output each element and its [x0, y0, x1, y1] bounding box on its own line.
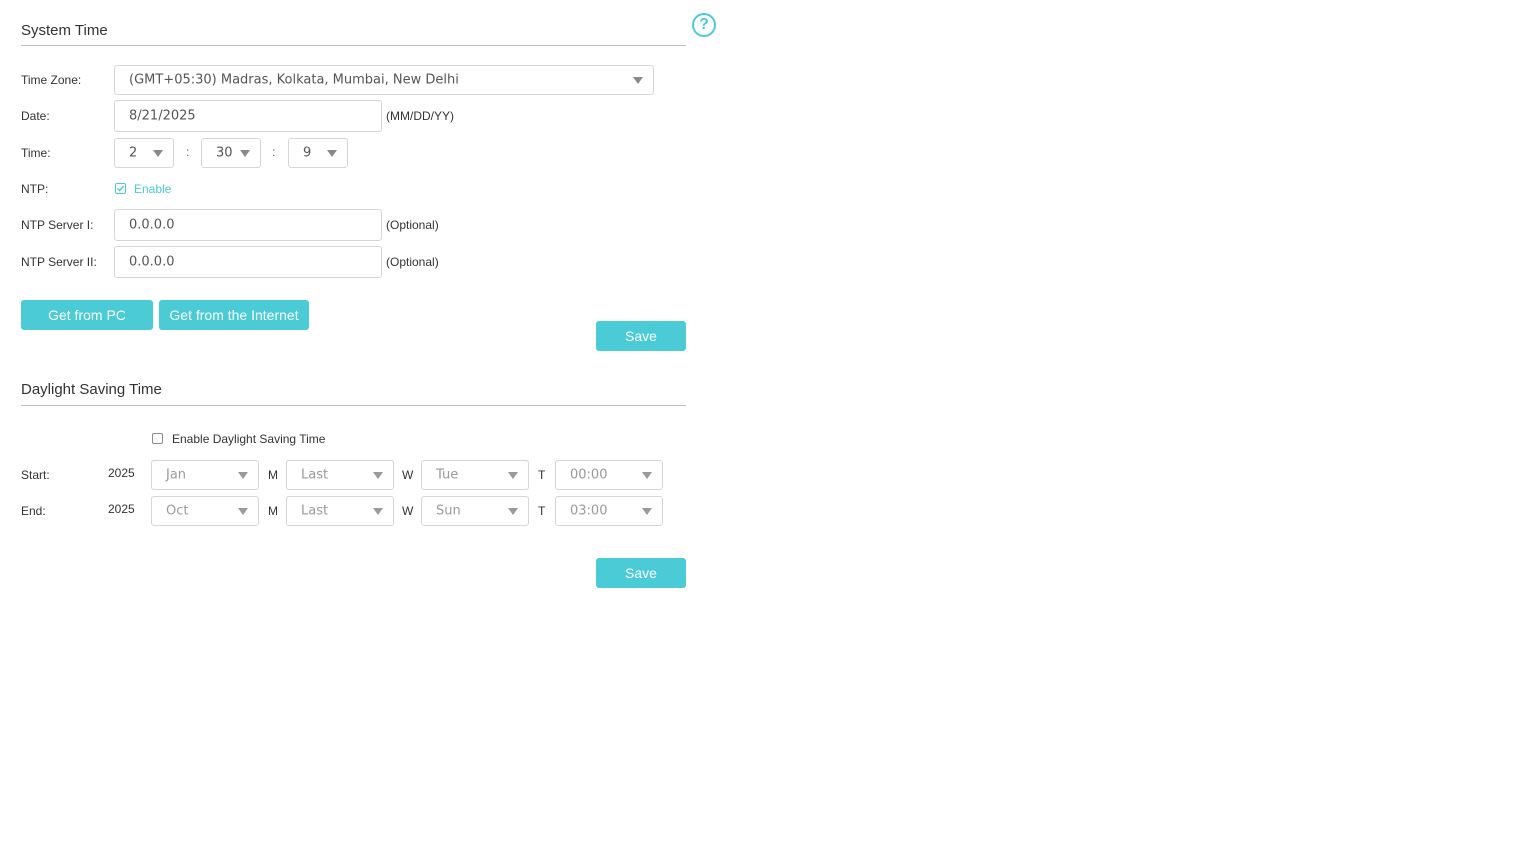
dst-start-year: 2025 [108, 466, 135, 480]
chevron-down-icon [327, 150, 337, 157]
ntp-enable-label[interactable]: Enable [134, 182, 171, 196]
dst-start-week-select[interactable]: Last [286, 460, 394, 490]
optional-hint: (Optional) [386, 218, 439, 232]
date-format-hint: (MM/DD/YY) [386, 109, 454, 123]
get-from-internet-button[interactable]: Get from the Internet [159, 300, 309, 330]
chevron-down-icon [238, 508, 248, 515]
chevron-down-icon [373, 472, 383, 479]
dst-start-day-select[interactable]: Tue [421, 460, 529, 490]
chevron-down-icon [642, 508, 652, 515]
minute-value: 30 [216, 145, 233, 161]
ntp-server-1-value: 0.0.0.0 [129, 217, 175, 233]
time-separator: : [272, 145, 276, 159]
time-zone-label: Time Zone: [21, 73, 82, 87]
chevron-down-icon [508, 508, 518, 515]
minute-select[interactable]: 30 [201, 138, 261, 168]
ntp-server-1-input[interactable]: 0.0.0.0 [114, 209, 382, 241]
dst-end-week-value: Last [301, 503, 329, 519]
date-label: Date: [21, 109, 50, 123]
chevron-down-icon [642, 472, 652, 479]
section-title-system-time: System Time [21, 22, 108, 39]
chevron-down-icon [373, 508, 383, 515]
time-zone-select[interactable]: (GMT+05:30) Madras, Kolkata, Mumbai, New… [114, 65, 654, 95]
dst-save-button[interactable]: Save [596, 558, 686, 588]
dst-start-month-value: Jan [166, 467, 187, 483]
dst-end-label: End: [21, 504, 46, 518]
dst-end-time-select[interactable]: 03:00 [555, 496, 663, 526]
hour-select[interactable]: 2 [114, 138, 174, 168]
dst-end-day-select[interactable]: Sun [421, 496, 529, 526]
section-divider [21, 405, 686, 406]
ntp-label: NTP: [21, 182, 49, 196]
time-label: Time: [21, 146, 51, 160]
chevron-down-icon [153, 150, 163, 157]
chevron-down-icon [508, 472, 518, 479]
ntp-server-2-value: 0.0.0.0 [129, 254, 175, 270]
time-unit-label: T [538, 468, 546, 482]
ntp-server-2-input[interactable]: 0.0.0.0 [114, 246, 382, 278]
question-circle-icon[interactable]: ? [692, 13, 716, 37]
hour-value: 2 [129, 145, 138, 161]
section-divider [21, 45, 686, 46]
date-input[interactable]: 8/21/2025 [114, 100, 382, 132]
month-unit-label: M [268, 468, 278, 482]
dst-start-time-value: 00:00 [570, 467, 608, 483]
ntp-server-2-label: NTP Server II: [21, 255, 97, 269]
ntp-enable-checkbox[interactable] [115, 183, 126, 194]
check-icon [117, 185, 125, 192]
get-from-pc-button[interactable]: Get from PC [21, 300, 153, 330]
dst-end-week-select[interactable]: Last [286, 496, 394, 526]
second-select[interactable]: 9 [288, 138, 348, 168]
dst-start-day-value: Tue [436, 467, 459, 483]
section-title-dst: Daylight Saving Time [21, 381, 162, 398]
week-unit-label: W [402, 504, 414, 518]
date-value: 8/21/2025 [129, 108, 196, 124]
dst-enable-checkbox[interactable] [152, 433, 163, 444]
week-unit-label: W [402, 468, 414, 482]
dst-start-time-select[interactable]: 00:00 [555, 460, 663, 490]
dst-start-label: Start: [21, 468, 50, 482]
dst-end-day-value: Sun [436, 503, 461, 519]
chevron-down-icon [238, 472, 248, 479]
optional-hint: (Optional) [386, 255, 439, 269]
save-button[interactable]: Save [596, 321, 686, 351]
month-unit-label: M [268, 504, 278, 518]
dst-start-month-select[interactable]: Jan [151, 460, 259, 490]
dst-end-month-value: Oct [166, 503, 189, 519]
time-separator: : [186, 145, 190, 159]
dst-enable-label[interactable]: Enable Daylight Saving Time [172, 432, 325, 446]
second-value: 9 [303, 145, 312, 161]
dst-end-time-value: 03:00 [570, 503, 608, 519]
time-zone-value: (GMT+05:30) Madras, Kolkata, Mumbai, New… [129, 72, 459, 88]
dst-end-year: 2025 [108, 502, 135, 516]
ntp-server-1-label: NTP Server I: [21, 218, 94, 232]
dst-end-month-select[interactable]: Oct [151, 496, 259, 526]
chevron-down-icon [633, 77, 643, 84]
dst-start-week-value: Last [301, 467, 329, 483]
time-unit-label: T [538, 504, 546, 518]
chevron-down-icon [240, 150, 250, 157]
